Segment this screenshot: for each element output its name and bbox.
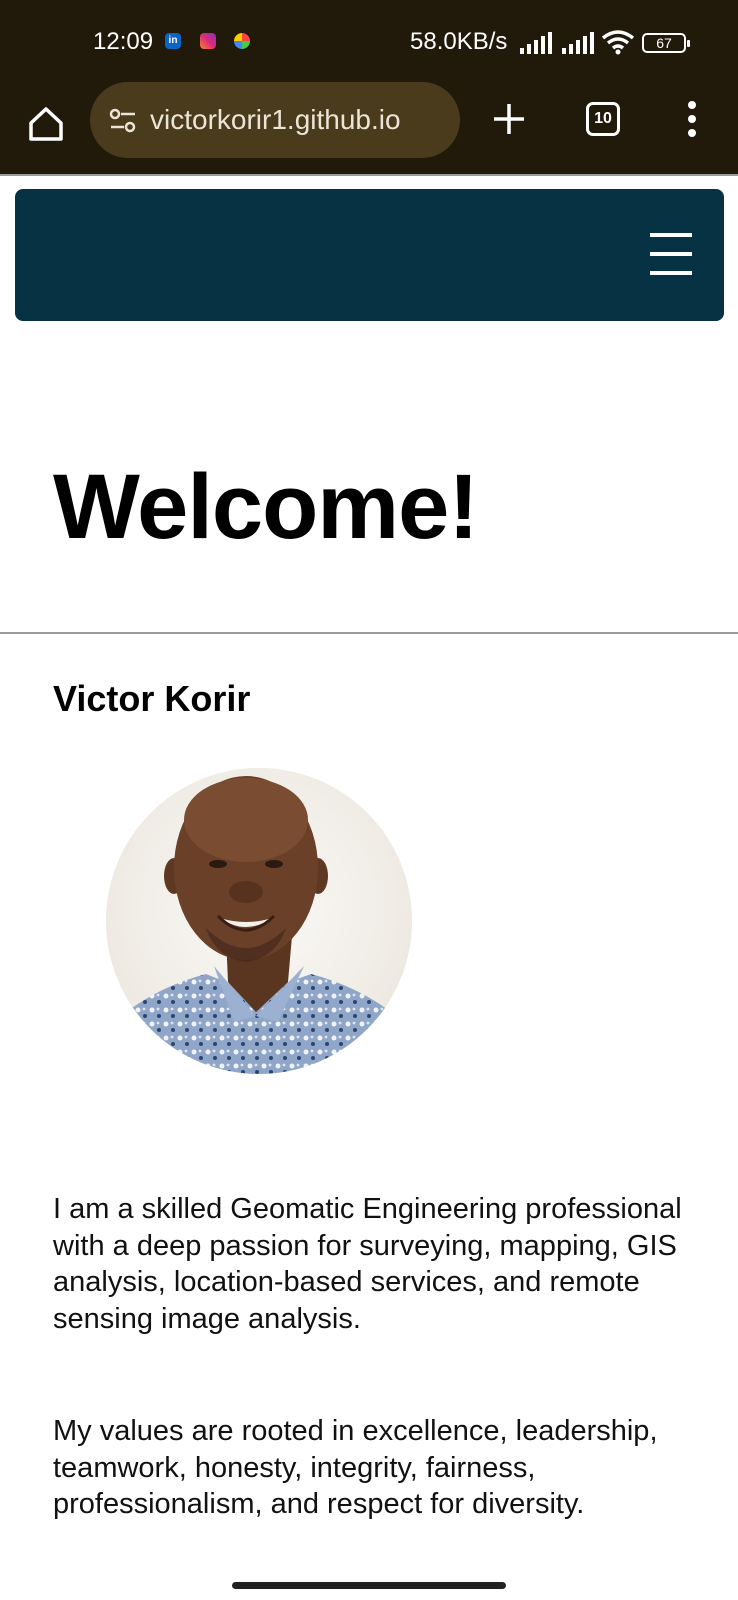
about-paragraph-1: I am a skilled Geomatic Engineering prof… [53, 1193, 682, 1335]
app-icon [234, 33, 250, 49]
home-icon[interactable] [26, 104, 66, 144]
linkedin-icon: in [165, 33, 181, 49]
network-speed: 58.0KB/s [410, 28, 508, 55]
status-time: 12:09 [93, 28, 154, 55]
signal-icon [520, 32, 552, 54]
battery-icon: 67 [642, 33, 690, 53]
tab-switcher-button[interactable]: 10 [586, 102, 620, 136]
gesture-bar[interactable] [232, 1582, 506, 1589]
address-bar[interactable]: victorkorir1.github.io [90, 82, 460, 158]
about-paragraph-2: My values are rooted in excellence, lead… [53, 1415, 658, 1520]
site-settings-icon[interactable] [108, 106, 138, 136]
site-navbar [15, 189, 724, 321]
instagram-icon [200, 33, 216, 49]
new-tab-icon[interactable] [490, 100, 528, 138]
toolbar-divider [0, 174, 738, 176]
browser-toolbar: victorkorir1.github.io 10 [0, 82, 738, 174]
signal-icon-2 [562, 32, 594, 54]
profile-photo [106, 768, 412, 1074]
page-title: Welcome! [53, 456, 479, 558]
more-menu-icon[interactable] [680, 98, 704, 140]
wifi-icon [601, 30, 635, 55]
hamburger-menu-icon[interactable] [650, 233, 692, 275]
url-text[interactable]: victorkorir1.github.io [150, 104, 401, 136]
status-bar: 12:09 in 58.0KB/s 67 [0, 0, 738, 82]
divider [0, 632, 738, 634]
profile-name: Victor Korir [53, 678, 251, 719]
